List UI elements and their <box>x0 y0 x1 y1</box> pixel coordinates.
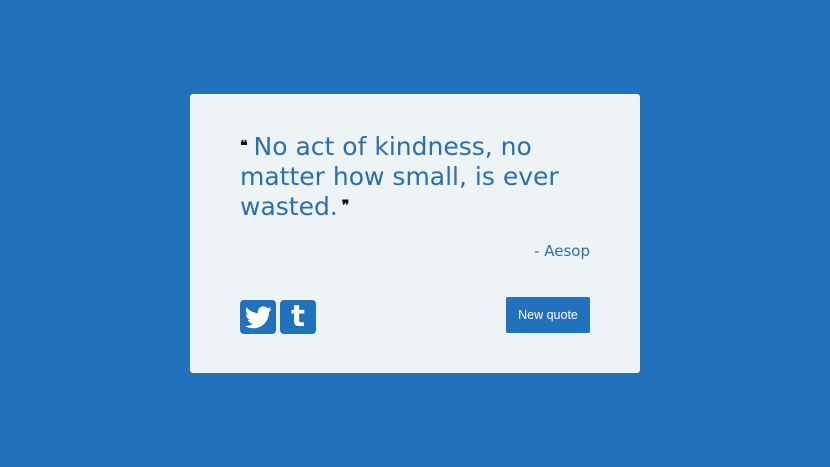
tumblr-icon: t <box>291 299 305 333</box>
quote-card: ❝ No act of kindness, no matter how small… <box>190 94 640 373</box>
open-quote-icon: ❝ <box>240 138 248 154</box>
quote-author: - Aesop <box>534 242 590 260</box>
quote-text: No act of kindness, no matter how small,… <box>240 132 559 221</box>
close-quote-icon: ❞ <box>341 198 350 214</box>
new-quote-button[interactable]: New quote <box>506 297 590 333</box>
tweet-button[interactable] <box>240 300 276 334</box>
quote-text-block: ❝ No act of kindness, no matter how small… <box>240 132 570 222</box>
tumblr-share-button[interactable]: t <box>280 300 316 334</box>
twitter-icon <box>244 305 272 328</box>
